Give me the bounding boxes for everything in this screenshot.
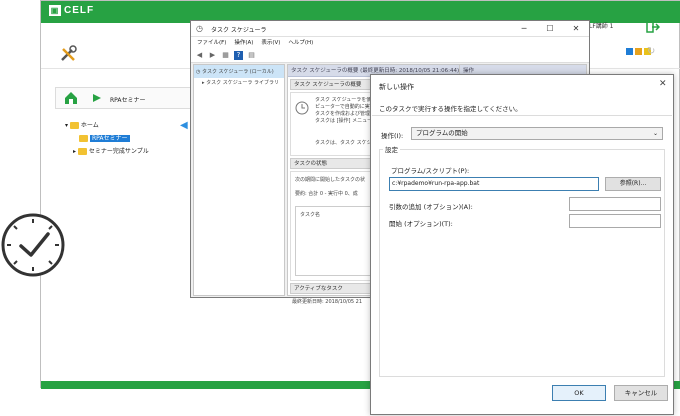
forward-icon[interactable]: ▶	[208, 51, 217, 60]
new-action-dialog: 新しい操作 ✕ このタスクで実行する操作を指定してください。 操作(I): プロ…	[370, 74, 674, 415]
cancel-button[interactable]: キャンセル	[614, 385, 668, 401]
blue-square[interactable]	[626, 48, 633, 55]
folder-icon	[79, 135, 88, 142]
ts-menu-bar: ファイル(F) 操作(A) 表示(V) ヘルプ(H)	[191, 37, 589, 49]
help-icon[interactable]: ?	[234, 51, 243, 60]
breadcrumb-current: RPAセミナー	[110, 97, 146, 104]
maximize-button[interactable]: ☐	[537, 23, 563, 35]
home-icon[interactable]	[64, 91, 78, 105]
start-in-input[interactable]	[569, 214, 661, 228]
program-input[interactable]: c:¥rpademo¥run-rpa-app.bat	[389, 177, 599, 191]
status-line-2: 要約: 合計 0 - 実行中 0、成	[295, 191, 358, 197]
ts-toolbar: ◀ ▶ ▦? ▤	[191, 49, 589, 63]
arguments-input[interactable]	[569, 197, 661, 211]
celf-logo-mark: ▣	[49, 5, 61, 16]
chevron-down-icon: ⌄	[652, 130, 658, 137]
close-button[interactable]: ✕	[563, 23, 589, 35]
refresh-icon[interactable]: ↻	[647, 46, 655, 57]
ts-tree-pane: ◷ タスク スケジューラ (ローカル) ▸ タスク スケジューラ ライブラリ	[193, 64, 285, 296]
dialog-intro: このタスクで実行する操作を指定してください。	[379, 105, 522, 113]
settings-group-label: 設定	[383, 144, 400, 154]
logout-icon[interactable]	[646, 20, 660, 34]
ok-button[interactable]: OK	[552, 385, 606, 401]
play-icon[interactable]	[92, 93, 102, 103]
action-label: 操作(I):	[381, 132, 404, 140]
arguments-label: 引数の追加 (オプション)(A):	[389, 203, 473, 211]
folder-icon	[69, 122, 79, 129]
status-line-1: 次の期間に開始したタスクの状	[295, 177, 366, 183]
menu-file[interactable]: ファイル(F)	[197, 40, 226, 46]
program-label: プログラム/スクリプト(P):	[391, 167, 470, 175]
celf-logo: ▣ CELF	[49, 5, 95, 16]
clock-small-icon: ◷	[196, 24, 203, 33]
tree-local[interactable]: ◷ タスク スケジューラ (ローカル)	[194, 65, 284, 78]
clock-small-icon	[295, 101, 309, 115]
list-icon[interactable]: ▦	[221, 51, 230, 60]
divider	[372, 115, 672, 116]
menu-help[interactable]: ヘルプ(H)	[288, 40, 313, 46]
start-in-label: 開始 (オプション)(T):	[389, 220, 453, 228]
tools-icon[interactable]	[59, 45, 77, 63]
dialog-title: 新しい操作	[379, 83, 414, 91]
back-arrow-icon[interactable]: ◀	[180, 120, 188, 131]
dialog-close-button[interactable]: ✕	[659, 79, 667, 89]
ts-title: タスク スケジューラ	[211, 27, 267, 34]
menu-view[interactable]: 表示(V)	[261, 40, 280, 46]
clock-icon	[1, 213, 65, 277]
tree-library[interactable]: ▸ タスク スケジューラ ライブラリ	[194, 78, 284, 87]
minimize-button[interactable]: ─	[511, 23, 537, 35]
browse-button[interactable]: 参照(R)...	[605, 177, 661, 191]
panel-icon[interactable]: ▤	[247, 51, 256, 60]
menu-action[interactable]: 操作(A)	[234, 40, 253, 46]
orange-square[interactable]	[635, 48, 642, 55]
ts-title-bar: ◷ タスク スケジューラ ─ ☐ ✕	[191, 21, 589, 37]
overview-more: タスクは、タスク スケジ	[315, 140, 372, 146]
action-select[interactable]: プログラムの開始 ⌄	[411, 127, 663, 140]
folder-icon	[77, 148, 87, 155]
back-icon[interactable]: ◀	[195, 51, 204, 60]
